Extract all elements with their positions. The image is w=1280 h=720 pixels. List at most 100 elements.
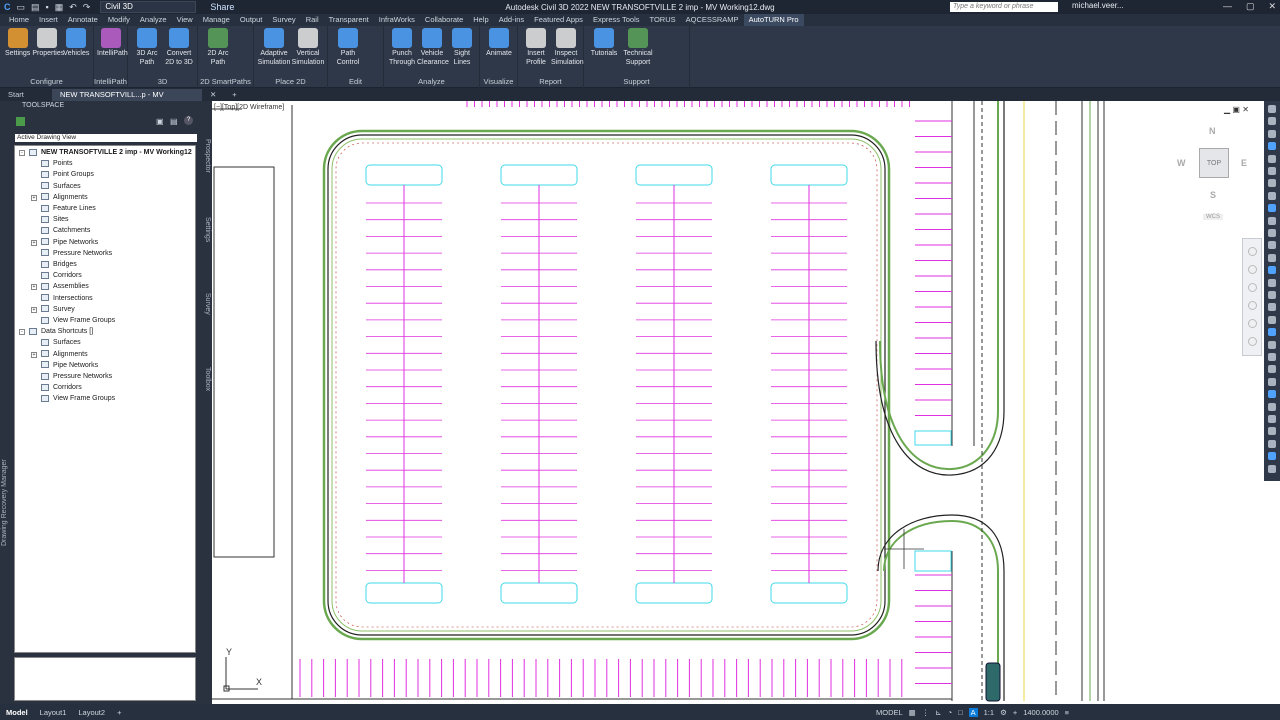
elevation-value[interactable]: 1400.0000: [1023, 708, 1058, 717]
minimize-viewport-icon[interactable]: ▁: [1224, 105, 1230, 114]
customize-icon[interactable]: ≡: [1065, 708, 1069, 717]
view-cube-top-face[interactable]: TOP: [1199, 148, 1229, 178]
ribbon-panel-title[interactable]: Visualize: [480, 77, 517, 86]
ribbon-tab-view[interactable]: View: [172, 14, 198, 26]
ribbon-panel-title[interactable]: Configure: [0, 77, 93, 86]
tree-expander[interactable]: -: [19, 329, 25, 336]
right-tool-icon[interactable]: [1268, 266, 1276, 275]
compass-west[interactable]: W: [1177, 158, 1186, 168]
share-button[interactable]: Share: [210, 2, 234, 12]
right-tool-icon[interactable]: [1268, 204, 1276, 213]
ribbon-tab-survey[interactable]: Survey: [267, 14, 300, 26]
osnap-icon[interactable]: □: [958, 708, 963, 717]
right-tool-icon[interactable]: [1268, 464, 1276, 473]
tree-item-assemblies[interactable]: Assemblies: [41, 282, 89, 292]
polar-icon[interactable]: ◔: [948, 708, 953, 717]
toolspace-view-icon[interactable]: ▤: [170, 117, 178, 126]
ribbon-panel-title[interactable]: Edit: [328, 77, 383, 86]
new-tab-icon[interactable]: +: [224, 89, 244, 101]
right-tool-icon[interactable]: [1268, 452, 1276, 461]
tree-item-points[interactable]: Points: [41, 159, 72, 169]
nav-tool-icon[interactable]: [1248, 301, 1257, 310]
ribbon-tab-annotate[interactable]: Annotate: [63, 14, 103, 26]
right-tool-icon[interactable]: [1268, 415, 1276, 423]
navigation-bar[interactable]: [1242, 238, 1262, 356]
right-tool-icon[interactable]: [1268, 439, 1276, 448]
ribbon-tab-modify[interactable]: Modify: [103, 14, 135, 26]
drawing-canvas[interactable]: X Y: [212, 101, 1280, 704]
nav-tool-icon[interactable]: [1248, 265, 1257, 274]
tree-item-catchments[interactable]: Catchments: [41, 226, 90, 236]
ribbon-tab-autoturn-pro[interactable]: AutoTURN Pro: [743, 14, 804, 26]
add-layout-icon[interactable]: +: [111, 708, 127, 717]
ribbon-button-convert-2d-to-3d[interactable]: Convert 2D to 3D: [163, 28, 195, 67]
grid-icon[interactable]: ▦: [909, 708, 916, 717]
tree-item-corridors[interactable]: Corridors: [41, 383, 82, 393]
ribbon-button-settings[interactable]: Settings: [3, 28, 32, 58]
tree-item-pipe-networks[interactable]: Pipe Networks: [41, 238, 98, 248]
tree-item-alignments[interactable]: Alignments: [41, 350, 88, 360]
ribbon-tab-rail[interactable]: Rail: [301, 14, 324, 26]
model-space-button[interactable]: MODEL: [876, 708, 903, 717]
ribbon-tab-output[interactable]: Output: [235, 14, 268, 26]
ribbon-button-inspect-simulation[interactable]: Inspect Simulation: [551, 28, 584, 67]
save-icon[interactable]: ▪: [46, 2, 49, 12]
undo-icon[interactable]: ↶: [69, 2, 77, 13]
close-viewport-icon[interactable]: ✕: [1242, 105, 1249, 114]
layout-tab-layout2[interactable]: Layout2: [72, 708, 111, 717]
compass-south[interactable]: S: [1210, 190, 1216, 200]
ribbon-panel-title[interactable]: IntelliPath: [94, 77, 127, 86]
ribbon-button-sight-lines[interactable]: Sight Lines: [447, 28, 477, 67]
right-tool-icon[interactable]: [1268, 303, 1276, 312]
tree-item-data-shortcuts-[interactable]: Data Shortcuts []: [29, 327, 93, 337]
nav-tool-icon[interactable]: [1248, 337, 1257, 346]
ribbon-panel-title[interactable]: Analyze: [384, 77, 479, 86]
ribbon-tab-manage[interactable]: Manage: [198, 14, 235, 26]
minimize-icon[interactable]: —: [1223, 1, 1232, 12]
ribbon-button-2d-arc-path[interactable]: 2D Arc Path: [201, 28, 235, 67]
tree-item-pressure-networks[interactable]: Pressure Networks: [41, 249, 112, 259]
open-icon[interactable]: ▤: [31, 2, 40, 13]
tree-item-feature-lines[interactable]: Feature Lines: [41, 204, 96, 214]
tree-item-alignments[interactable]: Alignments: [41, 193, 88, 203]
right-tool-icon[interactable]: [1268, 216, 1276, 225]
maximize-icon[interactable]: ▢: [1246, 1, 1255, 12]
tab-toolbox[interactable]: Toolbox: [204, 367, 211, 391]
ribbon-button-3d-arc-path[interactable]: 3D Arc Path: [131, 28, 163, 67]
right-tool-icon[interactable]: [1268, 142, 1276, 151]
ribbon-panel-title[interactable]: 2D SmartPaths: [198, 77, 253, 86]
tree-item-surfaces[interactable]: Surfaces: [41, 338, 81, 348]
nav-tool-icon[interactable]: [1248, 319, 1257, 328]
right-tool-icon[interactable]: [1268, 229, 1276, 237]
ribbon-button-tutorials[interactable]: Tutorials: [587, 28, 621, 58]
tree-expander[interactable]: +: [31, 194, 37, 201]
help-icon[interactable]: ?: [184, 116, 193, 125]
right-tool-icon[interactable]: [1268, 365, 1276, 374]
right-tool-icon[interactable]: [1268, 390, 1276, 399]
ribbon-button-insert-profile[interactable]: Insert Profile: [521, 28, 551, 67]
app-menu-icon[interactable]: C: [4, 2, 11, 12]
ribbon-tab-analyze[interactable]: Analyze: [135, 14, 172, 26]
tree-expander[interactable]: -: [19, 150, 25, 156]
tree-expander[interactable]: +: [31, 306, 37, 313]
tree-item-pressure-networks[interactable]: Pressure Networks: [41, 372, 112, 382]
right-tool-icon[interactable]: [1268, 191, 1276, 200]
new-icon[interactable]: ▭: [17, 2, 26, 13]
ribbon-panel-title[interactable]: Support: [584, 77, 689, 86]
right-tool-icon[interactable]: [1268, 377, 1276, 386]
layout-tab-model[interactable]: Model: [0, 708, 34, 717]
redo-icon[interactable]: ↷: [83, 2, 91, 13]
right-tool-icon[interactable]: [1268, 241, 1276, 250]
viewport-controls-label[interactable]: [−][Top][2D Wireframe]: [214, 104, 284, 111]
ribbon-tab-express-tools[interactable]: Express Tools: [588, 14, 645, 26]
tree-item-pipe-networks[interactable]: Pipe Networks: [41, 361, 98, 371]
ribbon-button-vertical-simulation[interactable]: Vertical Simulation: [291, 28, 325, 67]
snap-icon[interactable]: ⋮: [922, 708, 930, 717]
tree-expander[interactable]: +: [31, 239, 37, 246]
ribbon-panel-title[interactable]: 3D: [128, 77, 197, 86]
ribbon-button-intellipath[interactable]: IntelliPath: [97, 28, 128, 58]
annotation-scale-icon[interactable]: A: [968, 707, 978, 717]
right-tool-icon[interactable]: [1268, 315, 1276, 324]
ribbon-tab-help[interactable]: Help: [468, 14, 493, 26]
ribbon-button-vehicle-clearance[interactable]: Vehicle Clearance: [417, 28, 449, 67]
